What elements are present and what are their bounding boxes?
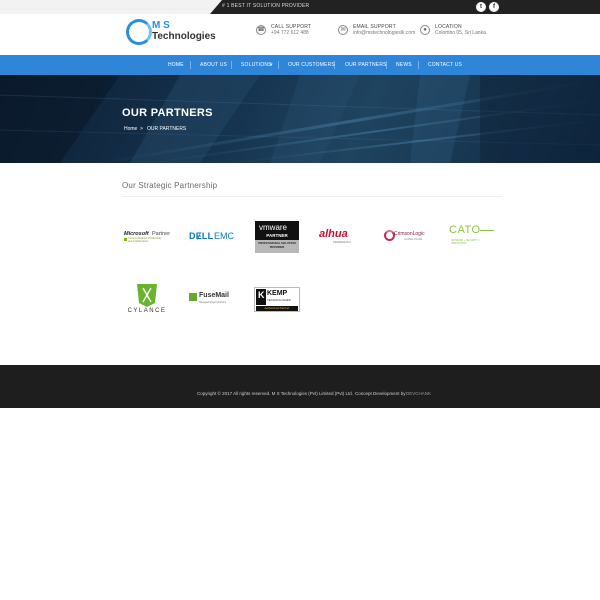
dell-name: DɆLL <box>189 231 214 241</box>
vmware-tag: PARTNER <box>266 233 288 238</box>
partner-logo-vmware[interactable]: vmware PARTNER PROFESSIONAL SOLUTION PRO… <box>255 221 299 253</box>
dahua-sub: TECHNOLOGY <box>333 241 352 244</box>
cylance-shield-icon <box>137 284 157 307</box>
footer-concept: Concept Development by <box>355 391 406 396</box>
crimsonlogic-name: CrimsonLogic <box>394 231 425 237</box>
footer-copyright: Copyright © 2017 All rights reserved. M … <box>197 391 354 396</box>
section-title: Our Strategic Partnership <box>122 181 218 190</box>
fusemail-square-icon <box>189 293 197 301</box>
partner-logo-cato[interactable]: CATO NETWORK + SECURITY = SIMPLE NOW <box>448 224 498 248</box>
envelope-icon: ✉ <box>338 25 348 35</box>
partner-logo-crimsonlogic[interactable]: CrimsonLogic GLOBAL TRADE <box>384 228 432 246</box>
breadcrumb-separator: > <box>140 126 143 132</box>
vmware-sub: PROFESSIONAL SOLUTION PROVIDER <box>258 241 296 249</box>
section-divider <box>122 196 502 197</box>
cato-sub: NETWORK + SECURITY = SIMPLE NOW <box>451 239 481 245</box>
kemp-tag: Authorized Partner <box>256 306 298 311</box>
nav-our-partners[interactable]: OUR PARTNERS <box>345 55 387 75</box>
microsoft-sub: Communications Productivity and Collabor… <box>128 237 162 243</box>
nav-home[interactable]: HOME <box>168 55 184 75</box>
nav-solutions[interactable]: SOLUTIONS <box>241 55 272 75</box>
nav-about-us[interactable]: ABOUT US <box>200 55 227 75</box>
logo-ring-icon <box>126 19 152 45</box>
cato-swoosh <box>480 230 494 231</box>
partner-logo-microsoft[interactable]: Microsoft Partner Communications Product… <box>124 228 174 248</box>
emc-name: EMC <box>214 231 234 241</box>
nav-separator <box>334 61 335 69</box>
nav-news[interactable]: NEWS <box>396 55 412 75</box>
partner-logo-dahua[interactable]: alhua TECHNOLOGY <box>319 228 367 246</box>
fusemail-name: FuseMail <box>199 292 229 299</box>
facebook-icon[interactable]: f <box>489 2 499 12</box>
location-value: Colombo 05, Sri Lanka. <box>435 30 488 36</box>
main-nav: HOME ABOUT US SOLUTIONS ▾ OUR CUSTOMERS … <box>0 55 600 75</box>
breadcrumb-home[interactable]: Home <box>124 126 137 132</box>
nav-separator <box>231 61 232 69</box>
cato-name: CATO <box>449 224 481 236</box>
site-logo[interactable]: M S Technologies <box>126 19 218 47</box>
tagline: # 1 BEST IT SOLUTION PROVIDER <box>222 3 310 9</box>
partner-logo-cylance[interactable]: CYLANCE <box>121 283 173 317</box>
phone-icon: ☎ <box>256 25 266 35</box>
breadcrumb-current: OUR PARTNERS <box>147 126 187 132</box>
call-support-value[interactable]: +94 772 612 488 <box>271 30 309 36</box>
dahua-name: alhua <box>319 228 348 240</box>
location-pin-icon: ● <box>420 25 430 35</box>
nav-our-customers[interactable]: OUR CUSTOMERS <box>288 55 335 75</box>
partner-logo-fusemail[interactable]: FuseMail Managed Email Solutions <box>189 292 239 306</box>
nav-separator <box>190 61 191 69</box>
banner-background-image <box>0 75 600 163</box>
kemp-sub: TECHNOLOGIES <box>267 298 291 302</box>
nav-separator <box>278 61 279 69</box>
kemp-name: KEMP <box>267 290 288 297</box>
email-support-value[interactable]: info@mstechnologieslk.com <box>353 30 415 36</box>
logo-technologies: Technologies <box>152 31 216 42</box>
crimsonlogic-sub: GLOBAL TRADE <box>404 238 423 241</box>
kemp-k-icon: K <box>258 290 265 300</box>
logo-ms: M S <box>152 20 170 31</box>
fusemail-sub: Managed Email Solutions <box>199 301 227 304</box>
nav-separator <box>386 61 387 69</box>
partner-logo-kemp[interactable]: K KEMP TECHNOLOGIES Authorized Partner <box>254 287 300 312</box>
chevron-down-icon[interactable]: ▾ <box>270 55 273 75</box>
nav-separator <box>418 61 419 69</box>
cylance-name: CYLANCE <box>127 308 167 314</box>
twitter-icon[interactable]: t <box>476 2 486 12</box>
footer-developer-link[interactable]: DEVCHANK <box>406 391 431 396</box>
page-banner <box>0 75 600 163</box>
footer <box>0 365 600 408</box>
microsoft-square-icon <box>124 238 127 241</box>
partner-logo-dell-emc[interactable]: DɆLL EMC <box>189 230 237 244</box>
vmware-name: vmware <box>259 223 288 232</box>
page-title: OUR PARTNERS <box>122 107 213 119</box>
nav-contact-us[interactable]: CONTACT US <box>428 55 462 75</box>
